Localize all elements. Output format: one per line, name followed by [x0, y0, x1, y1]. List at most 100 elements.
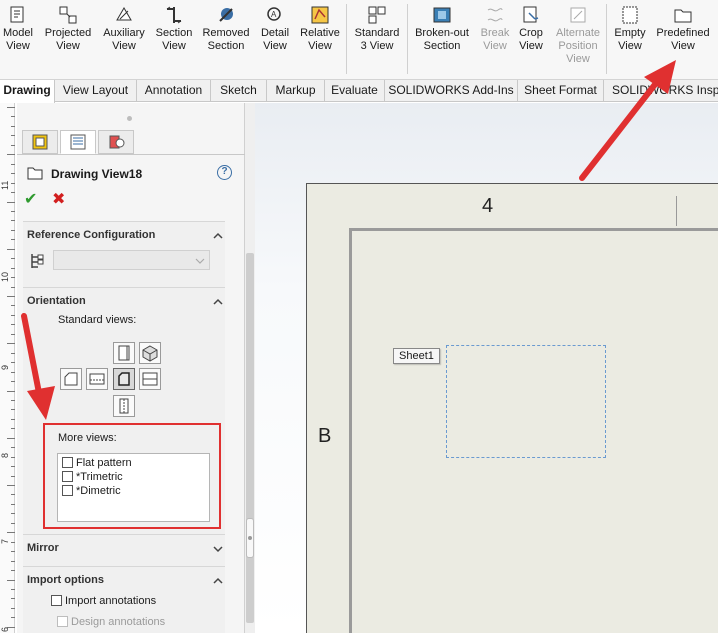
ribbon-label: Section	[155, 27, 193, 39]
ribbon-label: Break	[480, 27, 510, 39]
tab-solidworks-inspection[interactable]: SOLIDWORKS Inspec	[604, 80, 718, 102]
property-manager-panel: Drawing View18 ? ✔ ✖ Reference Configura…	[17, 103, 245, 633]
ribbon-label: Auxiliary	[103, 27, 145, 39]
configuration-dropdown[interactable]	[53, 250, 210, 270]
chevron-down-icon[interactable]	[213, 544, 223, 554]
right-view-button[interactable]	[139, 368, 161, 390]
empty-view-button[interactable]: Empty View	[610, 2, 650, 76]
ribbon-label: View	[566, 53, 590, 65]
design-annotations-checkbox[interactable]: Design annotations	[57, 616, 165, 630]
ruler-tick	[11, 456, 15, 458]
tab-configuration-manager[interactable]	[98, 130, 134, 154]
predefined-view-button[interactable]: Predefined View	[652, 2, 714, 76]
ruler-tick	[7, 107, 15, 108]
ruler-tick	[11, 362, 15, 364]
standard-3-view-button[interactable]: Standard 3 View	[350, 2, 404, 76]
panel-splitter-handle[interactable]	[246, 518, 254, 558]
ribbon-label: Position	[558, 40, 598, 52]
ribbon-label: Relative	[300, 27, 340, 39]
tab-property-manager[interactable]	[60, 130, 96, 154]
ruler-tick	[11, 182, 15, 184]
ruler-tick	[11, 418, 15, 420]
right-view-icon	[142, 372, 158, 386]
ruler-tick	[11, 551, 15, 553]
ruler-tick	[11, 399, 15, 401]
import-annotations-checkbox[interactable]: Import annotations	[51, 595, 156, 609]
ruler-tick	[7, 296, 15, 297]
ruler-tick	[11, 381, 15, 383]
ribbon-label: View	[618, 40, 642, 52]
tab-annotation[interactable]: Annotation	[137, 80, 211, 102]
ruler-tick	[7, 579, 15, 581]
broken-out-section-button[interactable]: Broken-out Section	[410, 2, 474, 76]
tab-solidworks-add-ins[interactable]: SOLIDWORKS Add-Ins	[385, 80, 518, 102]
isometric-view-button[interactable]	[139, 342, 161, 364]
ruler-tick	[11, 541, 15, 543]
standard-views-label: Standard views:	[58, 314, 137, 326]
ribbon-label: 3 View	[360, 40, 394, 52]
back-view-button[interactable]	[113, 342, 135, 364]
ribbon-label: View	[483, 40, 507, 52]
scrollbar-thumb[interactable]	[246, 253, 254, 623]
ribbon-label: View	[112, 40, 136, 52]
section-title: Reference Configuration	[27, 229, 156, 241]
help-icon[interactable]: ?	[217, 165, 232, 180]
cancel-button[interactable]: ✖	[52, 189, 65, 209]
command-manager-ribbon: Model View Projected View Auxiliary View…	[0, 0, 718, 80]
ruler-tick	[11, 447, 15, 449]
top-view-button[interactable]	[86, 368, 108, 390]
tab-sheet-format[interactable]: Sheet Format	[518, 80, 604, 102]
ruler-number: 7	[0, 538, 10, 544]
ruler-number: 10	[0, 271, 10, 282]
ruler-number: 9	[0, 364, 10, 370]
removed-section-button[interactable]: Removed Section	[200, 2, 252, 76]
chevron-up-icon[interactable]	[213, 231, 223, 241]
ruler-tick	[11, 258, 15, 260]
ribbon-label: View	[671, 40, 695, 52]
tab-feature-manager[interactable]	[22, 130, 58, 154]
ruler-tick	[11, 192, 15, 194]
tab-markup[interactable]: Markup	[267, 80, 325, 102]
back-view-icon	[118, 345, 130, 361]
mirror-section[interactable]: Mirror	[23, 534, 225, 566]
bottom-view-button[interactable]	[113, 395, 135, 417]
ribbon-label: View	[308, 40, 332, 52]
empty-drawing-view[interactable]	[446, 345, 606, 458]
section-view-button[interactable]: Section View	[152, 2, 196, 76]
tab-drawing[interactable]: Drawing	[0, 80, 55, 103]
chevron-up-icon[interactable]	[213, 576, 223, 586]
ok-button[interactable]: ✔	[24, 189, 37, 209]
projected-view-icon	[59, 6, 77, 24]
tab-evaluate[interactable]: Evaluate	[325, 80, 385, 102]
ribbon-label: Model	[3, 27, 33, 39]
auxiliary-view-button[interactable]: Auxiliary View	[98, 2, 150, 76]
front-view-button[interactable]	[113, 368, 135, 390]
checkbox[interactable]	[57, 616, 68, 627]
detail-view-button[interactable]: A Detail View	[256, 2, 294, 76]
relative-view-button[interactable]: Relative View	[298, 2, 342, 76]
crop-view-button[interactable]: Crop View	[514, 2, 548, 76]
model-view-button[interactable]: Model View	[0, 2, 36, 76]
svg-text:A: A	[271, 10, 277, 19]
ruler-tick	[11, 116, 15, 118]
ribbon-separator	[346, 4, 347, 74]
zone-column-label: 4	[482, 195, 494, 217]
ruler-tick	[11, 333, 15, 335]
ruler-tick	[11, 135, 15, 137]
chevron-up-icon[interactable]	[213, 297, 223, 307]
tab-sketch[interactable]: Sketch	[211, 80, 267, 102]
left-view-button[interactable]	[60, 368, 82, 390]
property-manager-title: Drawing View18	[51, 167, 143, 181]
alternate-position-view-button[interactable]: Alternate Position View	[552, 2, 604, 76]
projected-view-button[interactable]: Projected View	[40, 2, 96, 76]
ribbon-label: Predefined	[656, 27, 710, 39]
ribbon-label: View	[162, 40, 186, 52]
ruler-tick	[7, 390, 15, 392]
more-views-highlight-box	[43, 423, 221, 529]
ruler-tick	[11, 173, 15, 175]
tab-view-layout[interactable]: View Layout	[55, 80, 137, 102]
checkbox[interactable]	[51, 595, 62, 606]
panel-grip[interactable]	[127, 116, 132, 121]
section-view-icon	[166, 6, 182, 24]
break-view-button[interactable]: Break View	[478, 2, 512, 76]
